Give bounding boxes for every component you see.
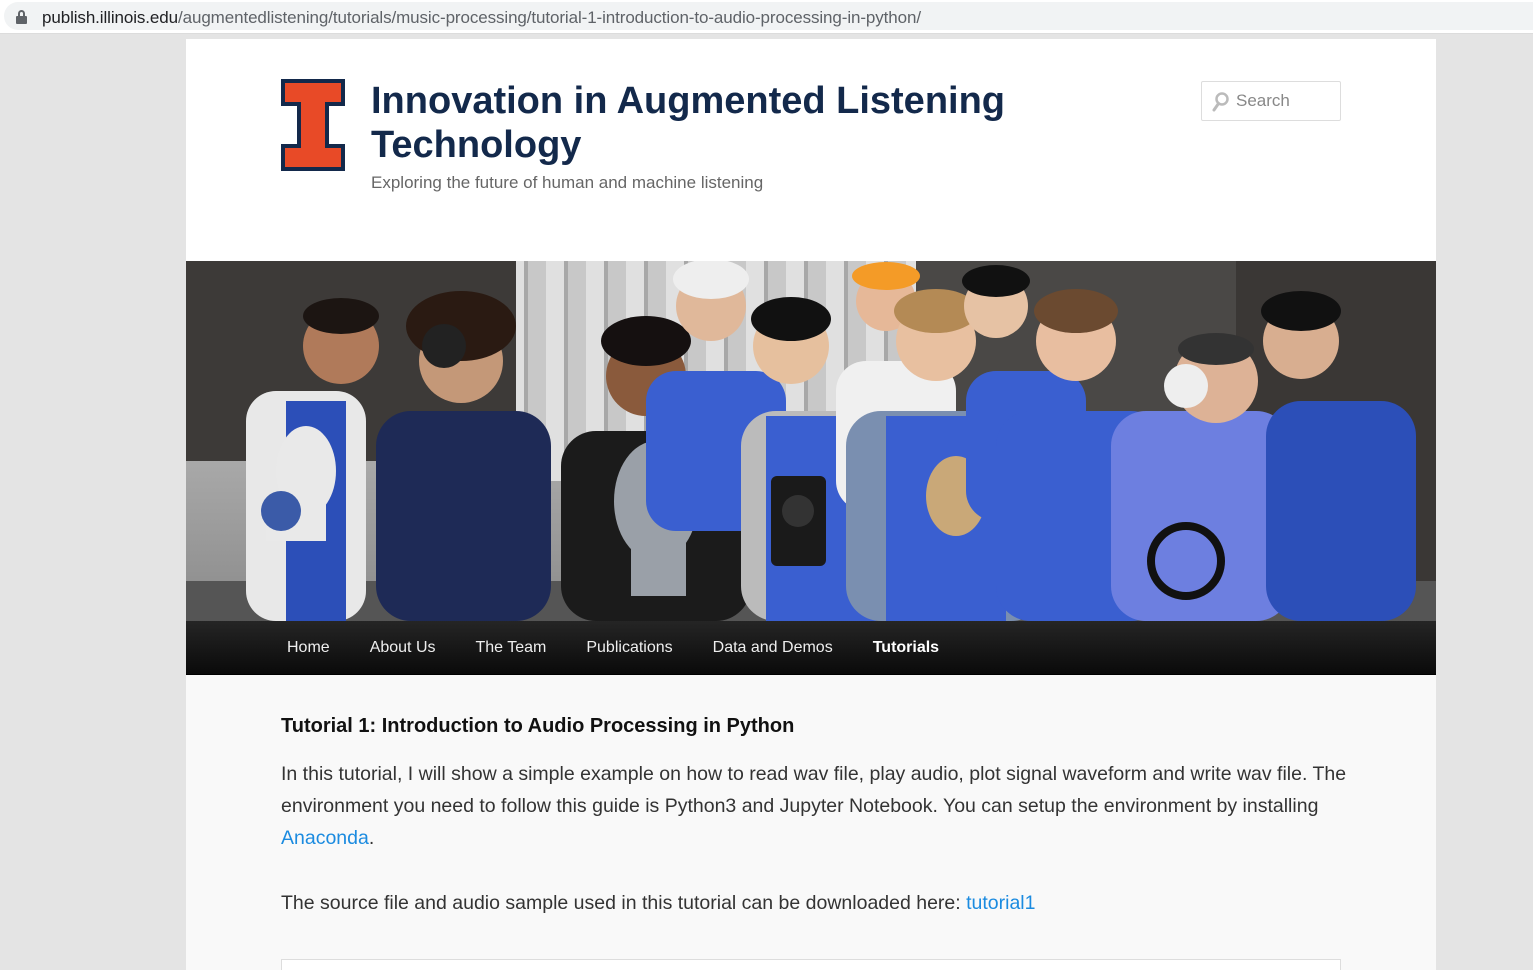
lock-icon[interactable] (16, 10, 27, 24)
code-block (281, 959, 1341, 970)
download-text: The source file and audio sample used in… (281, 892, 967, 914)
nav-item-tutorials[interactable]: Tutorials (853, 621, 959, 675)
tutorial1-download-link[interactable]: tutorial1 (966, 892, 1035, 914)
nav-item-publications[interactable]: Publications (566, 621, 692, 675)
article-paragraph-download: The source file and audio sample used in… (281, 887, 1351, 919)
browser-address-bar: publish.illinois.edu/augmentedlistening/… (0, 0, 1533, 34)
site-title[interactable]: Innovation in Augmented Listening Techno… (371, 79, 1071, 167)
team-group-photo (186, 261, 1436, 621)
nav-item-data-and-demos[interactable]: Data and Demos (693, 621, 853, 675)
site-description: Exploring the future of human and machin… (371, 173, 764, 192)
article-title: Tutorial 1: Introduction to Audio Proces… (281, 715, 795, 737)
nav-item-the-team[interactable]: The Team (456, 621, 567, 675)
url-host: publish.illinois.edu (42, 8, 178, 27)
search-icon (1212, 92, 1229, 112)
nav-item-about-us[interactable]: About Us (350, 621, 456, 675)
illinois-block-i-logo[interactable] (281, 79, 345, 171)
url-path: /augmentedlistening/tutorials/music-proc… (177, 8, 921, 27)
url-text[interactable]: publish.illinois.edu/augmentedlistening/… (42, 8, 921, 28)
anaconda-link[interactable]: Anaconda (281, 827, 369, 849)
url-field[interactable]: publish.illinois.edu/augmentedlistening/… (4, 2, 1533, 30)
intro-end: . (368, 827, 375, 849)
article-paragraph-intro: In this tutorial, I will show a simple e… (281, 758, 1351, 854)
page: Innovation in Augmented Listening Techno… (186, 39, 1436, 970)
site-header: Innovation in Augmented Listening Techno… (186, 39, 1436, 261)
main-navigation: Home About Us The Team Publications Data… (186, 621, 1436, 675)
search-box[interactable] (1201, 81, 1341, 121)
search-input[interactable] (1236, 90, 1336, 112)
nav-item-home[interactable]: Home (267, 621, 350, 675)
intro-text: In this tutorial, I will show a simple e… (281, 763, 1347, 817)
